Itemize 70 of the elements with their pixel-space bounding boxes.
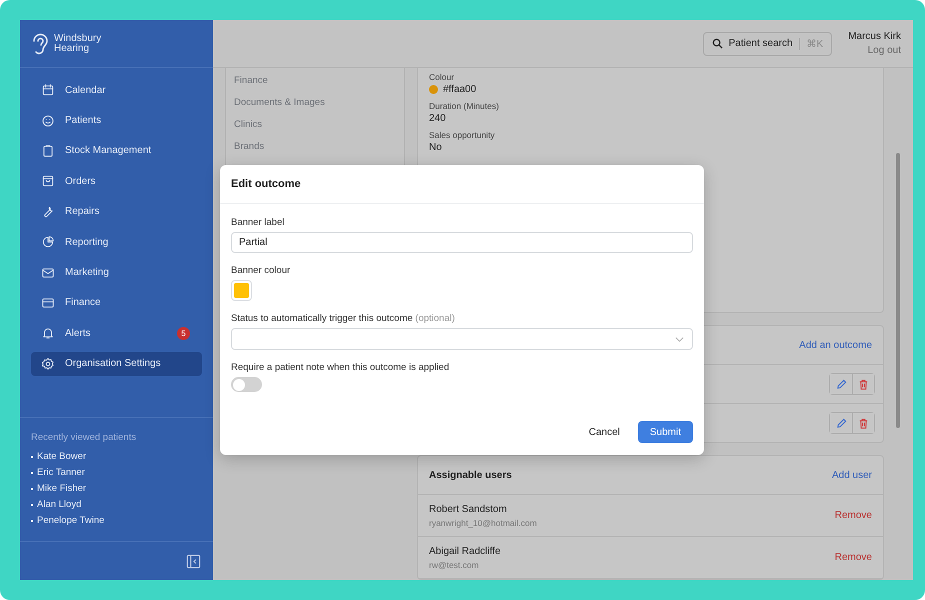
field-label: Require a patient note when this outcome is applied	[231, 362, 450, 373]
credit-card-icon	[41, 296, 55, 310]
smiley-face-icon	[41, 114, 55, 128]
nav-item[interactable]: Organisation Settings	[31, 352, 202, 376]
field-value: 240	[429, 113, 446, 124]
envelope-icon	[41, 266, 55, 280]
user-name: Abigail Radcliffe	[429, 546, 501, 556]
nav-item[interactable]: Patients	[31, 108, 202, 133]
user-email: ryanwright_10@hotmail.com	[429, 518, 537, 528]
settings-menu-item[interactable]: Finance	[234, 72, 396, 88]
brand-name: Windsbury Hearing	[54, 34, 102, 54]
settings-icon	[41, 356, 55, 371]
settings-menu-item[interactable]: Brands	[234, 138, 396, 154]
remove-link[interactable]: Remove	[834, 510, 872, 521]
recent-patients-heading: Recently viewed patients	[31, 432, 138, 443]
recent-patient-link[interactable]: Eric Tanner	[37, 465, 85, 481]
bell-icon	[41, 326, 55, 340]
field-label: Sales opportunity	[429, 130, 496, 140]
pie-chart-icon	[41, 235, 55, 250]
shopping-bag-icon	[41, 174, 55, 188]
calendar-icon	[41, 83, 55, 98]
alert-count-badge: 5	[177, 326, 190, 340]
add-outcome-link[interactable]: Add an outcome	[799, 340, 872, 350]
logout-link[interactable]: Log out	[868, 45, 901, 56]
remove-link[interactable]: Remove	[834, 552, 872, 563]
nav-item[interactable]: Alerts 5	[31, 321, 202, 346]
recent-patient-link[interactable]: Penelope Twine	[37, 513, 104, 529]
trash-icon	[858, 418, 869, 428]
nav-item[interactable]: Reporting	[31, 230, 202, 254]
nav-item[interactable]: Repairs	[31, 200, 202, 224]
banner-label-input[interactable]: Partial	[231, 232, 693, 253]
recent-patient-link[interactable]: Mike Fisher	[37, 481, 86, 497]
recent-patient-link[interactable]: Alan Lloyd	[37, 497, 82, 513]
delete-button[interactable]	[852, 374, 874, 394]
settings-menu-item[interactable]: Clinics	[234, 116, 396, 132]
chevron-down-icon	[675, 334, 684, 344]
search-icon	[712, 38, 723, 49]
pencil-icon	[836, 378, 846, 390]
dialog-title: Edit outcome	[220, 165, 704, 204]
card-title: Assignable users	[429, 470, 512, 480]
wrench-icon	[41, 204, 55, 219]
field-label: Colour	[429, 72, 456, 82]
submit-button[interactable]: Submit	[638, 421, 693, 443]
toggle-switch[interactable]	[231, 377, 262, 392]
nav-item[interactable]: Calendar	[31, 78, 202, 102]
clipboard-icon	[41, 144, 55, 158]
field-label: Banner label	[231, 217, 286, 228]
patient-search-button[interactable]: Patient search ⌘K	[702, 32, 832, 56]
field-label: Duration (Minutes)	[429, 101, 500, 111]
settings-menu-item[interactable]: Documents & Images	[234, 94, 396, 110]
field-value: No	[429, 142, 442, 153]
trash-icon	[858, 378, 869, 390]
nav-item[interactable]: Orders	[31, 169, 202, 194]
user-name: Robert Sandstom	[429, 504, 508, 514]
nav-item[interactable]: Marketing	[31, 260, 202, 285]
keyboard-shortcut: ⌘K	[798, 38, 824, 50]
collapse-sidebar-icon[interactable]	[186, 554, 201, 568]
delete-button[interactable]	[852, 413, 874, 433]
pencil-icon	[836, 418, 846, 428]
field-label: Status to automatically trigger this outcome (optional)	[231, 313, 456, 324]
field-label: Banner colour	[231, 265, 292, 276]
add-user-link[interactable]: Add user	[832, 470, 872, 480]
nav-item[interactable]: Finance	[31, 290, 202, 316]
field-value: #ffaa00	[443, 84, 476, 95]
user-email: rw@test.com	[429, 560, 480, 570]
colour-swatch[interactable]	[231, 280, 252, 301]
recent-patient-link[interactable]: Kate Bower	[37, 449, 86, 465]
nav-item[interactable]: Stock Management	[31, 138, 202, 164]
user-name: Marcus Kirk	[848, 31, 901, 42]
scrollbar-thumb[interactable]	[896, 153, 900, 428]
